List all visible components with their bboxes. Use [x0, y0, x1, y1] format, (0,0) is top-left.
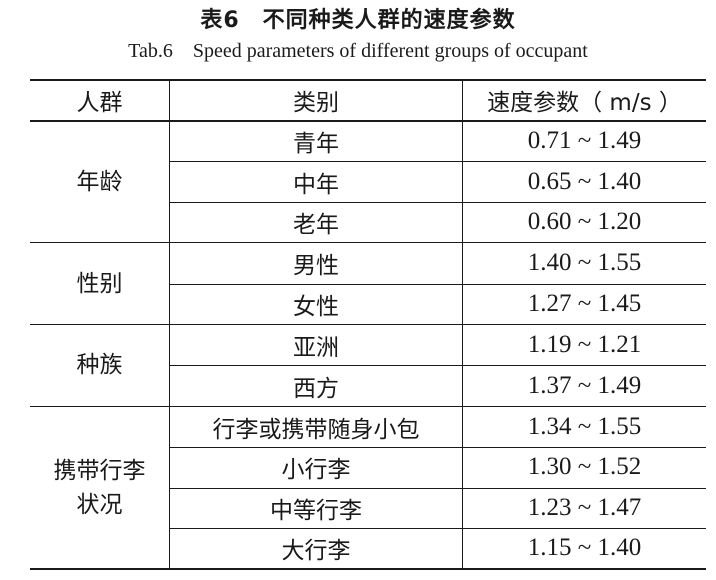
speed-cell: 1.27 ~ 1.45	[527, 289, 642, 317]
category-cell: 男性	[293, 253, 339, 280]
speed-cell: 1.15 ~ 1.40	[527, 534, 642, 562]
speed-cell: 1.40 ~ 1.55	[527, 249, 642, 277]
speed-cell: 0.65 ~ 1.40	[527, 167, 642, 195]
header-group: 人群	[76, 90, 123, 116]
group-label-line: 携带行李	[53, 457, 146, 484]
category-cell: 行李或携带随身小包	[212, 416, 420, 443]
category-cell: 西方	[293, 375, 339, 402]
speed-cell: 1.30 ~ 1.52	[527, 453, 642, 481]
group-label-line: 状况	[76, 491, 123, 518]
speed-cell: 1.19 ~ 1.21	[527, 331, 642, 359]
table-title-chinese: 表6 不同种类人群的速度参数	[200, 8, 516, 33]
group-label: 性别	[30, 243, 169, 324]
column-divider-2	[462, 81, 463, 569]
group-label-line: 种族	[76, 352, 123, 379]
table-top-rule	[30, 79, 706, 81]
group-label-line: 年龄	[76, 168, 123, 195]
header-speed: 速度参数（ m/s ）	[487, 90, 682, 116]
group-label: 年龄	[30, 121, 169, 242]
category-cell: 亚洲	[293, 335, 339, 362]
category-cell: 中等行李	[270, 497, 362, 524]
category-cell: 女性	[293, 293, 339, 320]
category-cell: 中年	[293, 171, 339, 198]
header-category: 类别	[293, 90, 339, 116]
speed-cell: 1.23 ~ 1.47	[527, 493, 642, 521]
speed-cell: 1.34 ~ 1.55	[527, 412, 642, 440]
group-label-line: 性别	[76, 270, 123, 297]
category-cell: 青年	[293, 131, 339, 158]
category-cell: 大行李	[281, 538, 351, 565]
speed-cell: 0.60 ~ 1.20	[527, 207, 642, 235]
category-cell: 老年	[293, 211, 339, 238]
category-cell: 小行李	[281, 457, 351, 484]
speed-cell: 0.71 ~ 1.49	[527, 127, 642, 155]
column-divider-1	[169, 81, 170, 569]
group-label: 携带行李 状况	[30, 407, 169, 569]
speed-cell: 1.37 ~ 1.49	[527, 371, 642, 399]
table-title-english: Tab.6 Speed parameters of different grou…	[128, 40, 588, 62]
group-label: 种族	[30, 325, 169, 406]
table-bottom-rule	[30, 568, 706, 571]
